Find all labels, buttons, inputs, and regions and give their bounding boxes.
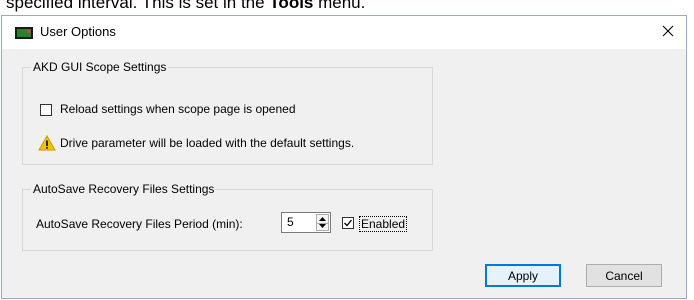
scope-settings-group: AKD GUI Scope Settings Reload settings w… <box>22 60 433 165</box>
autosave-settings-group-label: AutoSave Recovery Files Settings <box>31 182 217 196</box>
chevron-up-icon <box>319 217 326 221</box>
close-icon <box>662 25 674 40</box>
warning-text: Drive parameter will be loaded with the … <box>60 136 355 150</box>
document-text: specified interval. This is set in the T… <box>6 0 365 14</box>
dialog-titlebar[interactable]: User Options <box>2 16 686 49</box>
doc-text-bold: Tools <box>269 0 314 12</box>
user-options-dialog: User Options AKD GUI Scope Settings Relo… <box>1 15 687 299</box>
warning-icon <box>38 134 56 151</box>
apply-button[interactable]: Apply <box>485 264 561 287</box>
reload-settings-label[interactable]: Reload settings when scope page is opene… <box>60 102 296 116</box>
checkmark-icon <box>344 219 353 227</box>
enabled-checkbox[interactable] <box>342 217 354 229</box>
dialog-title: User Options <box>40 24 116 39</box>
doc-text-after: menu. <box>313 0 366 12</box>
autosave-period-label: AutoSave Recovery Files Period (min): <box>36 217 243 231</box>
cancel-button[interactable]: Cancel <box>586 264 662 287</box>
autosave-settings-group: AutoSave Recovery Files Settings AutoSav… <box>22 182 433 251</box>
scope-settings-group-label: AKD GUI Scope Settings <box>31 60 169 74</box>
autosave-period-value[interactable]: 5 <box>287 215 294 229</box>
stepper-down-button[interactable] <box>317 222 328 230</box>
doc-text-before: specified interval. This is set in the <box>6 0 270 12</box>
stepper-buttons <box>316 214 329 231</box>
enabled-label[interactable]: Enabled <box>359 216 408 232</box>
close-button[interactable] <box>650 16 686 49</box>
reload-settings-checkbox[interactable] <box>40 104 52 116</box>
app-window-icon <box>15 27 33 39</box>
autosave-period-stepper[interactable]: 5 <box>281 212 331 233</box>
chevron-down-icon <box>319 224 326 228</box>
